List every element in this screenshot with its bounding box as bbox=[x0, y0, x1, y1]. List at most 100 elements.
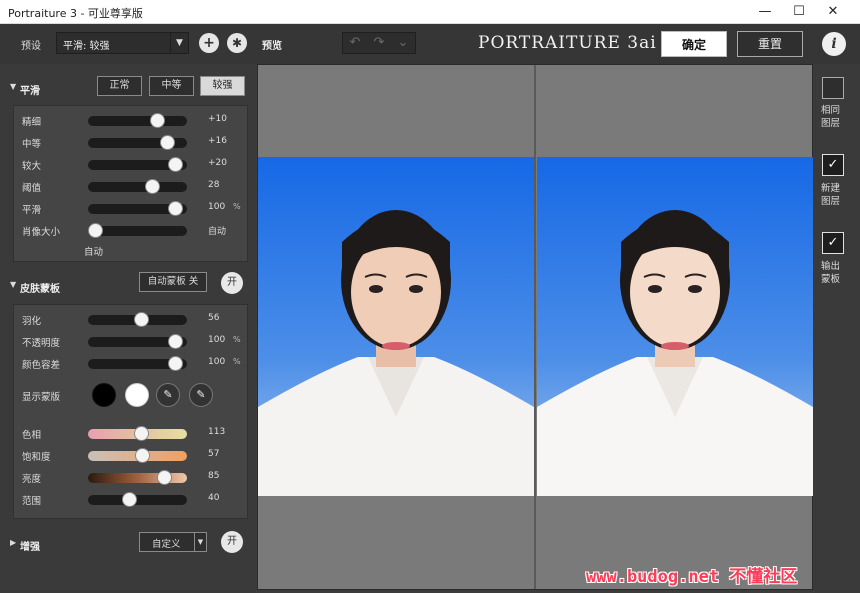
same-layer-checkbox[interactable] bbox=[822, 77, 844, 99]
show-mask-row: 显示蒙版 ✎ ✎ bbox=[22, 383, 247, 412]
slider-value: +10 bbox=[208, 114, 227, 124]
slider-track[interactable] bbox=[88, 356, 187, 371]
eyedropper-icon[interactable]: ✎ bbox=[156, 383, 180, 407]
white-swatch[interactable] bbox=[125, 383, 149, 407]
portrait-image-before bbox=[258, 157, 534, 496]
new-layer-checkbox[interactable]: ✓ bbox=[822, 154, 844, 176]
slider-track[interactable] bbox=[88, 179, 187, 194]
slider-label: 精细 bbox=[22, 117, 42, 128]
preview-area[interactable] bbox=[257, 64, 813, 590]
hue-track[interactable] bbox=[88, 426, 187, 441]
slider-track[interactable] bbox=[88, 135, 187, 150]
info-icon[interactable]: i bbox=[822, 32, 846, 56]
slider-label: 不透明度 bbox=[22, 338, 61, 349]
output-mask-checkbox[interactable]: ✓ bbox=[822, 232, 844, 254]
slider-label: 饱和度 bbox=[22, 452, 51, 463]
slider-knob[interactable] bbox=[167, 334, 183, 349]
slider-row: 精细 +10 bbox=[22, 111, 247, 131]
slider-unit: % bbox=[233, 202, 241, 211]
output-options-panel: 相同 图层 ✓ 新建 图层 ✓ 输出 蒙板 bbox=[813, 64, 860, 593]
slider-track[interactable] bbox=[88, 157, 187, 172]
slider-knob[interactable] bbox=[145, 179, 161, 194]
original-photo[interactable] bbox=[258, 157, 534, 496]
slider-row: 较大 +20 bbox=[22, 155, 247, 175]
slider-label: 肖像大小 bbox=[22, 227, 61, 238]
slider-knob[interactable] bbox=[167, 157, 183, 172]
mode-medium-button[interactable]: 中等 bbox=[149, 76, 194, 96]
slider-track[interactable] bbox=[88, 113, 187, 128]
preset-label: 预设 bbox=[21, 41, 41, 52]
preset-value: 平滑: 较强 bbox=[63, 41, 110, 52]
slider-label: 亮度 bbox=[22, 474, 42, 485]
slider-value: 57 bbox=[208, 449, 220, 459]
slider-knob[interactable] bbox=[167, 356, 183, 371]
top-toolbar: 预设 平滑: 较强 ▼ + ✱ 预览 ↶ ↷ ⌄ PORTRAITURE 3ai… bbox=[0, 24, 860, 64]
maximize-button[interactable]: ☐ bbox=[782, 0, 816, 24]
enhance-on-button[interactable]: 开 bbox=[221, 531, 243, 553]
slider-knob[interactable] bbox=[134, 312, 150, 327]
portrait-image-after bbox=[537, 157, 813, 496]
slider-value: 100 bbox=[208, 335, 226, 345]
mode-normal-button[interactable]: 正常 bbox=[97, 76, 142, 96]
enhance-dropdown[interactable]: 自定义 ▼ bbox=[139, 532, 207, 552]
skin-mask-group: 羽化 56 不透明度 100 % 颜色容差 100 % 显示蒙版 ✎ ✎ 色相 … bbox=[13, 304, 248, 519]
settings-panel: ▼ 平滑 正常 中等 较强 精细 +10 中等 +16 较大 +20 阈值 28… bbox=[0, 64, 256, 593]
slider-value: 100 bbox=[208, 357, 226, 367]
brand-logo: PORTRAITURE 3ai bbox=[478, 33, 657, 53]
reset-button[interactable]: 重置 bbox=[737, 31, 803, 57]
undo-icon[interactable]: ↶ bbox=[343, 33, 367, 53]
slider-knob[interactable] bbox=[134, 426, 150, 441]
title-bar: Portraiture 3 - 可业尊享版 — ☐ ✕ bbox=[0, 0, 860, 24]
ok-button[interactable]: 确定 bbox=[661, 31, 727, 57]
mode-strong-button[interactable]: 较强 bbox=[200, 76, 245, 96]
skin-mask-header[interactable]: ▼ 皮肤蒙板 bbox=[0, 274, 256, 298]
split-divider[interactable] bbox=[534, 65, 536, 589]
enhance-header[interactable]: ▶ 增强 bbox=[0, 532, 256, 556]
expand-triangle-icon: ▶ bbox=[10, 538, 17, 547]
slider-knob[interactable] bbox=[160, 135, 176, 150]
slider-row: 阈值 28 bbox=[22, 177, 247, 197]
redo-icon[interactable]: ↷ bbox=[367, 33, 391, 53]
slider-label: 羽化 bbox=[22, 316, 42, 327]
enhance-value: 自定义 bbox=[152, 539, 181, 550]
range-track[interactable] bbox=[88, 492, 187, 507]
eyedropper-add-icon[interactable]: ✎ bbox=[189, 383, 213, 407]
slider-track[interactable] bbox=[88, 223, 187, 238]
auto-mask-button[interactable]: 自动蒙板 关 bbox=[139, 272, 207, 292]
enhance-title: 增强 bbox=[20, 542, 40, 553]
brightness-track[interactable] bbox=[88, 470, 187, 485]
slider-label: 平滑 bbox=[22, 205, 42, 216]
slider-track[interactable] bbox=[88, 312, 187, 327]
preview-label: 预览 bbox=[262, 41, 282, 52]
add-preset-button[interactable]: + bbox=[199, 33, 219, 53]
slider-knob[interactable] bbox=[167, 201, 183, 216]
skin-mask-on-button[interactable]: 开 bbox=[221, 272, 243, 294]
slider-track[interactable] bbox=[88, 334, 187, 349]
collapse-triangle-icon: ▼ bbox=[10, 280, 17, 289]
history-controls: ↶ ↷ ⌄ bbox=[342, 32, 416, 54]
slider-row: 不透明度 100 % bbox=[22, 332, 247, 352]
close-button[interactable]: ✕ bbox=[816, 0, 850, 24]
slider-value: 自动 bbox=[208, 227, 227, 237]
black-swatch[interactable] bbox=[92, 383, 116, 407]
preview-photo[interactable] bbox=[537, 157, 813, 496]
slider-row: 范围 40 bbox=[22, 490, 247, 510]
gear-icon[interactable]: ✱ bbox=[227, 33, 247, 53]
slider-unit: % bbox=[233, 335, 241, 344]
history-chevron-icon[interactable]: ⌄ bbox=[391, 33, 415, 53]
slider-knob[interactable] bbox=[88, 223, 103, 238]
minimize-button[interactable]: — bbox=[748, 0, 782, 24]
slider-value: 28 bbox=[208, 180, 220, 190]
slider-track[interactable] bbox=[88, 201, 187, 216]
saturation-track[interactable] bbox=[88, 448, 187, 463]
slider-value: 85 bbox=[208, 471, 220, 481]
slider-row: 饱和度 57 bbox=[22, 446, 247, 466]
slider-label: 中等 bbox=[22, 139, 42, 150]
preset-dropdown[interactable]: 平滑: 较强 ▼ bbox=[56, 32, 189, 54]
show-mask-label: 显示蒙版 bbox=[22, 392, 61, 403]
slider-knob[interactable] bbox=[150, 113, 166, 128]
slider-value: 113 bbox=[208, 427, 226, 437]
slider-knob[interactable] bbox=[135, 448, 151, 463]
slider-knob[interactable] bbox=[156, 470, 172, 485]
slider-knob[interactable] bbox=[121, 492, 137, 507]
